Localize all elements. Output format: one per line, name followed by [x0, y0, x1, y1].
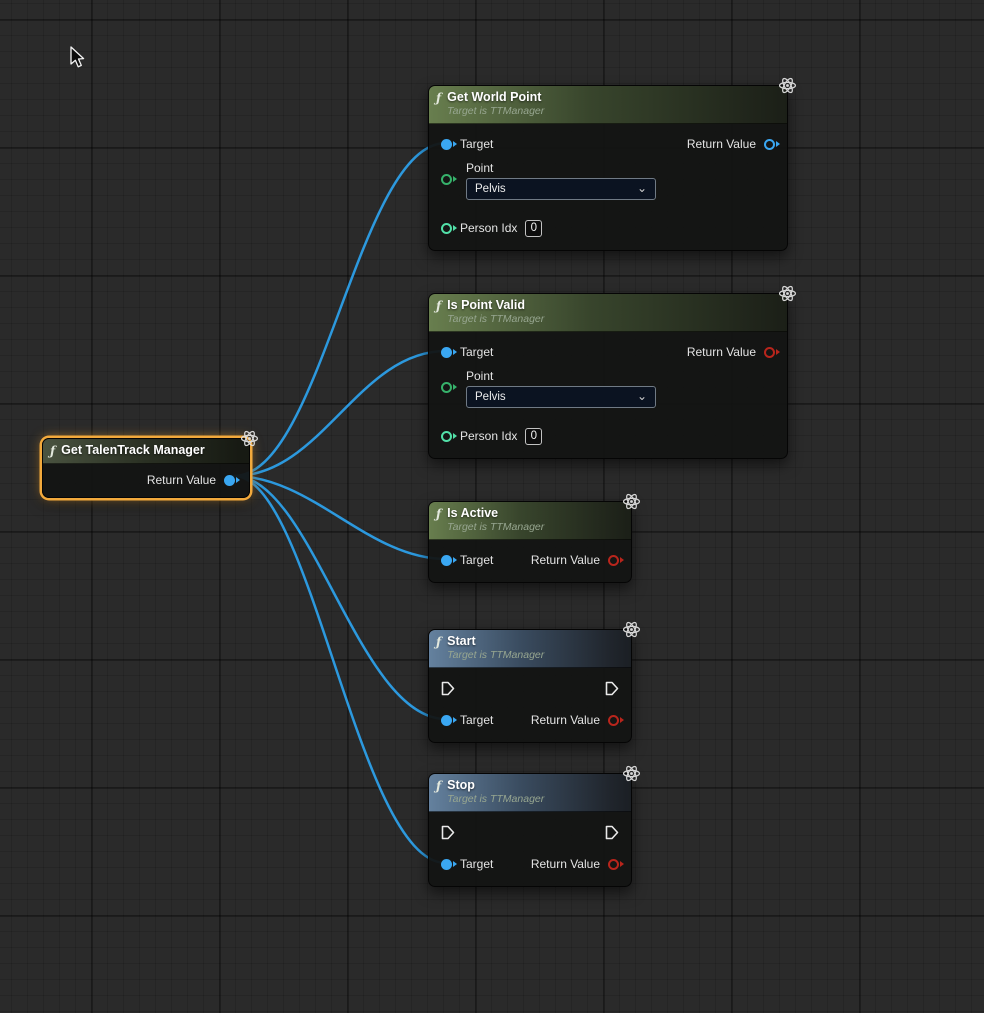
node-title: Is Active — [447, 506, 544, 521]
node-header[interactable]: ƒ Get TalenTrack Manager — [43, 439, 249, 464]
node-subtitle: Target is TTManager — [447, 793, 544, 806]
pin-row-io: Target Return Value — [429, 130, 787, 158]
return-value-pin[interactable] — [764, 347, 775, 358]
pin-row-exec — [429, 674, 631, 702]
return-value-pin-label: Return Value — [687, 345, 756, 359]
target-pin[interactable] — [441, 859, 452, 870]
node-header[interactable]: ƒ Get World Point Target is TTManager — [429, 86, 787, 124]
person-idx-pin[interactable] — [441, 223, 452, 234]
wire-manager-to-start[interactable] — [234, 476, 446, 719]
target-pin-label: Target — [460, 713, 493, 727]
pin-row-person-idx: Person Idx 0 — [429, 422, 787, 450]
return-value-pin[interactable] — [224, 475, 235, 486]
return-value-pin-label: Return Value — [531, 553, 600, 567]
pin-row-io: Target Return Value — [429, 706, 631, 734]
blueprint-graph-canvas[interactable]: ƒ Get World Point Target is TTManager Ta… — [0, 0, 984, 1013]
point-dropdown-value: Pelvis — [475, 183, 506, 195]
node-header[interactable]: ƒ Is Active Target is TTManager — [429, 502, 631, 540]
node-badge-atom-icon — [240, 429, 259, 453]
node-header[interactable]: ƒ Start Target is TTManager — [429, 630, 631, 668]
node-get-talentrack-manager[interactable]: ƒ Get TalenTrack Manager Return Value — [42, 438, 250, 498]
node-badge-atom-icon — [778, 76, 797, 100]
pin-row-person-idx: Person Idx 0 — [429, 214, 787, 242]
pin-row-point: Point Pelvis ⌄ — [429, 366, 787, 408]
wire-manager-to-stop[interactable] — [234, 476, 446, 863]
node-is-point-valid[interactable]: ƒ Is Point Valid Target is TTManager Tar… — [428, 293, 788, 459]
node-title: Start — [447, 634, 544, 649]
chevron-down-icon: ⌄ — [637, 182, 647, 194]
node-subtitle: Target is TTManager — [447, 105, 544, 118]
target-pin[interactable] — [441, 139, 452, 150]
exec-in-pin[interactable] — [441, 681, 455, 696]
person-idx-pin-label: Person Idx — [460, 221, 517, 235]
node-start[interactable]: ƒ Start Target is TTManager Target Retur… — [428, 629, 632, 743]
pin-row-io: Target Return Value — [429, 338, 787, 366]
return-value-pin-label: Return Value — [687, 137, 756, 151]
return-value-pin[interactable] — [764, 139, 775, 150]
target-pin-label: Target — [460, 553, 493, 567]
node-header[interactable]: ƒ Is Point Valid Target is TTManager — [429, 294, 787, 332]
return-value-pin[interactable] — [608, 859, 619, 870]
node-badge-atom-icon — [622, 764, 641, 788]
node-badge-atom-icon — [622, 492, 641, 516]
point-dropdown-value: Pelvis — [475, 391, 506, 403]
point-pin[interactable] — [441, 174, 452, 185]
node-title: Is Point Valid — [447, 298, 544, 313]
return-value-pin-label: Return Value — [147, 473, 216, 487]
function-icon: ƒ — [436, 779, 441, 794]
target-pin-label: Target — [460, 137, 493, 151]
exec-out-pin[interactable] — [605, 825, 619, 840]
pin-row-io: Target Return Value — [429, 546, 631, 574]
node-subtitle: Target is TTManager — [447, 649, 544, 662]
node-badge-atom-icon — [778, 284, 797, 308]
function-icon: ƒ — [436, 635, 441, 650]
return-value-pin-label: Return Value — [531, 713, 600, 727]
target-pin-label: Target — [460, 345, 493, 359]
point-dropdown[interactable]: Pelvis ⌄ — [466, 386, 656, 408]
person-idx-pin-label: Person Idx — [460, 429, 517, 443]
person-idx-input[interactable]: 0 — [525, 220, 542, 237]
node-title: Get World Point — [447, 90, 544, 105]
exec-in-pin[interactable] — [441, 825, 455, 840]
function-icon: ƒ — [436, 507, 441, 522]
return-value-pin-label: Return Value — [531, 857, 600, 871]
node-is-active[interactable]: ƒ Is Active Target is TTManager Target R… — [428, 501, 632, 583]
pin-row-io: Return Value — [43, 466, 249, 494]
node-title: Get TalenTrack Manager — [61, 443, 205, 458]
point-pin[interactable] — [441, 382, 452, 393]
function-icon: ƒ — [436, 91, 441, 106]
node-subtitle: Target is TTManager — [447, 521, 544, 534]
target-pin-label: Target — [460, 857, 493, 871]
node-title: Stop — [447, 778, 544, 793]
mouse-cursor — [68, 46, 88, 75]
pin-row-point: Point Pelvis ⌄ — [429, 158, 787, 200]
point-pin-label: Point — [466, 158, 656, 178]
wire-manager-to-is-point-valid[interactable] — [234, 351, 446, 476]
pin-row-io: Target Return Value — [429, 850, 631, 878]
exec-out-pin[interactable] — [605, 681, 619, 696]
node-stop[interactable]: ƒ Stop Target is TTManager Target Return… — [428, 773, 632, 887]
chevron-down-icon: ⌄ — [637, 390, 647, 402]
return-value-pin[interactable] — [608, 715, 619, 726]
pin-row-exec — [429, 818, 631, 846]
wire-manager-to-is-active[interactable] — [234, 476, 446, 559]
return-value-pin[interactable] — [608, 555, 619, 566]
person-idx-input[interactable]: 0 — [525, 428, 542, 445]
function-icon: ƒ — [50, 444, 55, 459]
function-icon: ƒ — [436, 299, 441, 314]
node-header[interactable]: ƒ Stop Target is TTManager — [429, 774, 631, 812]
node-badge-atom-icon — [622, 620, 641, 644]
target-pin[interactable] — [441, 347, 452, 358]
point-dropdown[interactable]: Pelvis ⌄ — [466, 178, 656, 200]
point-pin-label: Point — [466, 366, 656, 386]
wire-manager-to-get-world-point[interactable] — [234, 143, 446, 476]
target-pin[interactable] — [441, 715, 452, 726]
node-subtitle: Target is TTManager — [447, 313, 544, 326]
node-get-world-point[interactable]: ƒ Get World Point Target is TTManager Ta… — [428, 85, 788, 251]
person-idx-pin[interactable] — [441, 431, 452, 442]
target-pin[interactable] — [441, 555, 452, 566]
